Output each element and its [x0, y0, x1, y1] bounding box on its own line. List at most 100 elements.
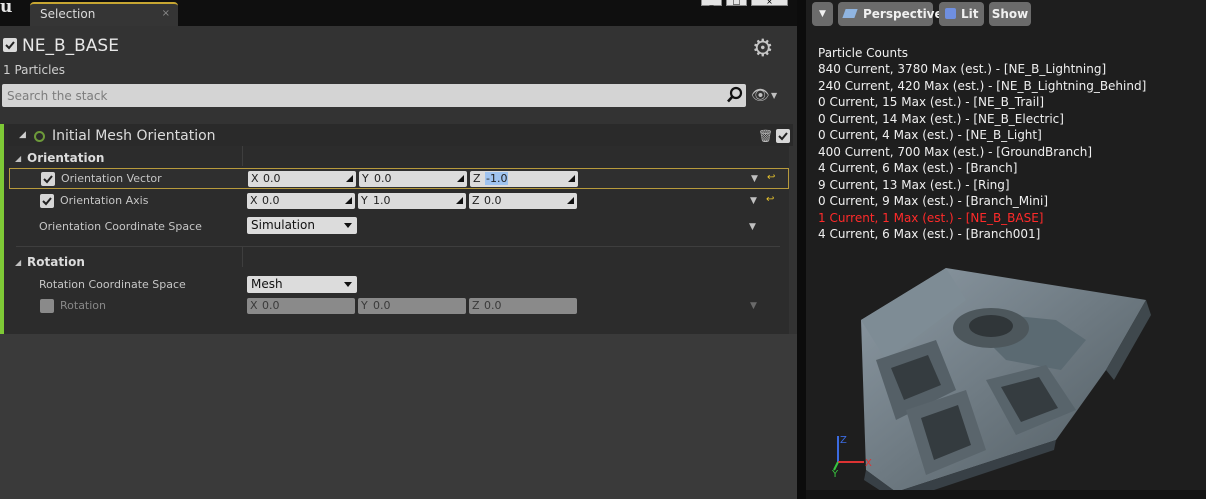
property-label: Rotation Coordinate Space — [39, 278, 186, 291]
rotation-coordinate-space-dropdown[interactable]: Mesh — [247, 276, 357, 293]
orientation-coordinate-space-dropdown[interactable]: Simulation — [247, 217, 357, 234]
chevron-down-icon[interactable]: ▼ — [749, 222, 756, 232]
lit-button[interactable]: Lit — [939, 2, 984, 26]
selection-details-panel: NE_B_BASE 1 Particles ⚙ 👁 ▼ ◢ Initial Me… — [0, 26, 797, 499]
row-orientation-axis[interactable]: Orientation Axis X 0.0 Y 1.0 Z 0.0 ▼ ↩ — [9, 191, 789, 212]
column-divider — [242, 146, 243, 166]
emitter-enabled-checkbox[interactable] — [3, 38, 17, 52]
gizmo-z-label: Z — [840, 435, 847, 446]
section-divider — [16, 246, 780, 247]
checkmark-icon — [5, 41, 15, 50]
particle-count-line: 0 Current, 9 Max (est.) - [Branch_Mini] — [818, 194, 1049, 208]
section-title-orientation: Orientation — [27, 151, 105, 165]
checkmark-icon — [42, 197, 52, 206]
vector-y-field[interactable]: Y 0.0 — [359, 171, 467, 187]
particle-count-line: 1 Current, 1 Max (est.) - [NE_B_BASE] — [818, 210, 1044, 225]
emitter-title: NE_B_BASE — [22, 36, 119, 56]
gizmo-x-label: X — [865, 458, 872, 469]
perspective-icon — [842, 9, 858, 18]
maximize-button[interactable]: □ — [726, 0, 747, 6]
property-label: Orientation Coordinate Space — [39, 220, 202, 233]
unreal-logo-icon: u — [0, 0, 13, 17]
particle-count-line: 840 Current, 3780 Max (est.) - [NE_B_Lig… — [818, 62, 1107, 76]
collapse-triangle-icon[interactable]: ◢ — [15, 258, 21, 267]
gear-icon[interactable]: ⚙ — [752, 36, 774, 60]
checkmark-icon — [43, 175, 53, 184]
orientation-vector-checkbox[interactable] — [41, 172, 55, 186]
particle-count-line: 9 Current, 13 Max (est.) - [Ring] — [818, 177, 1010, 192]
tab-close-icon[interactable]: × — [162, 8, 170, 19]
viewport-bottom-border — [806, 490, 1206, 499]
panel-splitter[interactable] — [797, 0, 806, 499]
resize-grip-icon[interactable] — [566, 196, 575, 205]
particle-count-line: 0 Current, 15 Max (est.) - [NE_B_Trail] — [818, 95, 1045, 109]
title-bar: u Selection × _ □ × — [0, 0, 797, 26]
tab-selection[interactable]: Selection × — [30, 2, 178, 26]
gizmo-y-label: Y — [832, 469, 839, 477]
reset-arrow-icon[interactable]: ↩ — [766, 194, 774, 205]
particle-count-line: 400 Current, 700 Max (est.) - [GroundBra… — [818, 144, 1093, 159]
module-header[interactable]: ◢ Initial Mesh Orientation 🗑 — [8, 124, 793, 146]
row-rotation[interactable]: Rotation X 0.0 Y 0.0 Z 0.0 ▼ — [9, 296, 789, 317]
collapse-triangle-icon[interactable]: ◢ — [15, 154, 21, 163]
lit-icon — [945, 8, 956, 19]
particle-count-line: 240 Current, 420 Max (est.) - [NE_B_Ligh… — [818, 78, 1147, 93]
section-title-rotation: Rotation — [27, 255, 85, 269]
search-input[interactable] — [2, 84, 722, 107]
rotation-checkbox[interactable] — [40, 299, 54, 313]
column-divider — [242, 247, 243, 267]
resize-grip-icon[interactable] — [455, 196, 464, 205]
preview-viewport[interactable]: ▼ Perspective Lit Show Particle Counts 8… — [806, 0, 1206, 499]
axis-gizmo-icon: Z X Y — [832, 435, 872, 477]
particle-count-line: 0 Current, 14 Max (est.) - [NE_B_Electri… — [818, 111, 1064, 126]
stack-search-box — [2, 84, 746, 107]
show-button[interactable]: Show — [989, 2, 1031, 26]
particle-count-line: 4 Current, 6 Max (est.) - [Branch001] — [818, 227, 1041, 241]
resize-grip-icon[interactable] — [344, 196, 353, 205]
niagara-editor: u Selection × _ □ × NE_B_BASE 1 Particle… — [0, 0, 1206, 499]
visibility-eye-icon[interactable]: 👁 — [751, 86, 770, 104]
stack-empty-area — [0, 334, 797, 499]
resize-grip-icon[interactable] — [456, 174, 465, 183]
minimize-button[interactable]: _ — [701, 0, 722, 6]
trash-icon[interactable]: 🗑 — [758, 129, 773, 143]
axis-z-field[interactable]: Z 0.0 — [469, 193, 577, 209]
chevron-down-icon[interactable]: ▼ — [771, 91, 777, 100]
particle-count-label: 1 Particles — [3, 63, 66, 77]
property-label: Orientation Vector — [61, 172, 162, 185]
axis-x-field[interactable]: X 0.0 — [247, 193, 355, 209]
rotation-x-field[interactable]: X 0.0 — [247, 298, 355, 314]
axis-y-field[interactable]: Y 1.0 — [358, 193, 466, 209]
rotation-z-field[interactable]: Z 0.0 — [469, 298, 577, 314]
property-label: Orientation Axis — [60, 194, 149, 207]
dropdown-arrow-icon — [344, 282, 352, 287]
module-initial-mesh-orientation: ◢ Initial Mesh Orientation 🗑 ◢ Orientati… — [0, 124, 793, 334]
particle-counts-title: Particle Counts — [818, 46, 909, 60]
particle-count-line: 4 Current, 6 Max (est.) - [Branch] — [818, 161, 1018, 175]
row-orientation-vector[interactable]: Orientation Vector X 0.0 Y 0.0 Z -1.0 ▼ ↩ — [9, 168, 789, 189]
orientation-axis-checkbox[interactable] — [40, 194, 54, 208]
particle-count-line: 0 Current, 4 Max (est.) - [NE_B_Light] — [818, 128, 1042, 142]
resize-grip-icon[interactable] — [345, 174, 354, 183]
perspective-button[interactable]: Perspective — [838, 2, 943, 26]
chevron-down-icon[interactable]: ▼ — [751, 174, 758, 184]
module-title: Initial Mesh Orientation — [52, 128, 216, 144]
selected-text: -1.0 — [485, 172, 509, 185]
dropdown-arrow-icon — [344, 223, 352, 228]
module-enabled-checkbox[interactable] — [776, 129, 790, 143]
checkmark-icon — [778, 132, 788, 141]
chevron-down-icon[interactable]: ▼ — [750, 301, 757, 311]
collapse-triangle-icon[interactable]: ◢ — [19, 130, 26, 140]
resize-grip-icon[interactable] — [567, 174, 576, 183]
chevron-down-icon[interactable]: ▼ — [750, 196, 757, 206]
tab-label: Selection — [40, 7, 96, 21]
property-label: Rotation — [60, 299, 107, 312]
viewport-options-button[interactable]: ▼ — [812, 2, 833, 26]
search-icon[interactable] — [726, 86, 744, 104]
vector-x-field[interactable]: X 0.0 — [248, 171, 356, 187]
vector-z-field[interactable]: Z -1.0 — [470, 171, 578, 187]
reset-arrow-icon[interactable]: ↩ — [767, 172, 775, 183]
module-status-icon — [34, 131, 45, 142]
close-button[interactable]: × — [751, 0, 788, 6]
rotation-y-field[interactable]: Y 0.0 — [358, 298, 466, 314]
